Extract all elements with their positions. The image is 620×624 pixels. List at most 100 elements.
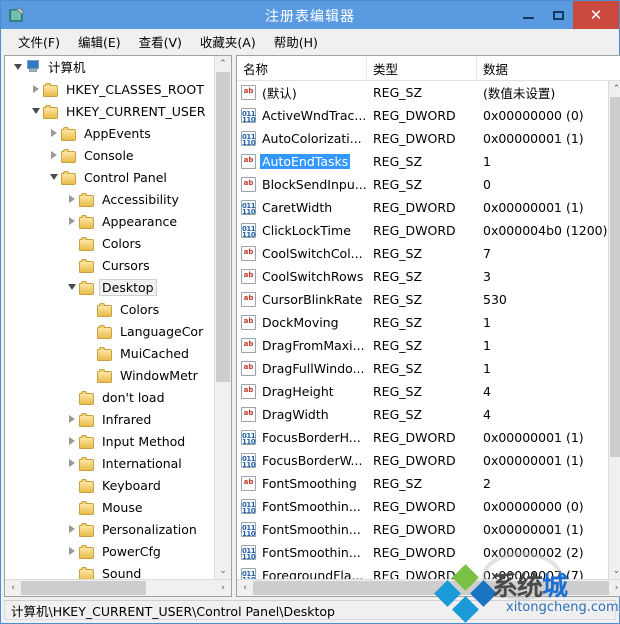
tree-node-keyboard[interactable]: Keyboard <box>5 474 214 496</box>
chevron-right-icon[interactable] <box>65 415 79 423</box>
chevron-right-icon[interactable] <box>65 459 79 467</box>
table-row[interactable]: 011 110 ClickLockTime REG_DWORD 0x000004b0 (… <box>237 219 608 242</box>
tree-scroll-area[interactable]: 计算机 HKEY_CLASSES_ROOT HKEY_CURRENT_USER App… <box>5 56 214 579</box>
list-horizontal-scrollbar[interactable]: ‹ › <box>237 579 620 596</box>
minimize-button[interactable] <box>513 1 543 29</box>
table-row[interactable]: ab CoolSwitchCol... REG_SZ 7 <box>237 242 608 265</box>
chevron-down-icon[interactable] <box>29 108 43 114</box>
tree-node-powercfg[interactable]: PowerCfg <box>5 540 214 562</box>
tree-node--[interactable]: 计算机 <box>5 56 214 78</box>
tree-scroll-up-button[interactable]: ⌃ <box>215 56 231 72</box>
table-row[interactable]: ab DragHeight REG_SZ 4 <box>237 380 608 403</box>
table-row[interactable]: 011110 ForegroundFla... REG_DWORD 0x0000000… <box>237 564 608 579</box>
menu-item-0[interactable]: 文件(F) <box>9 30 69 53</box>
tree-hscroll-left-button[interactable]: ‹ <box>5 580 21 596</box>
list-rows[interactable]: ab (默认) REG_SZ (数值未设置) 011 110 ActiveWndTrac..… <box>237 81 608 579</box>
table-row[interactable]: ab (默认) REG_SZ (数值未设置) <box>237 81 608 104</box>
tree-node-hkey-current-user[interactable]: HKEY_CURRENT_USER <box>5 100 214 122</box>
title-bar[interactable]: 注册表编辑器 ✕ <box>1 1 619 29</box>
table-row[interactable]: ab AutoEndTasks REG_SZ 1 <box>237 150 608 173</box>
table-row[interactable]: ab CoolSwitchRows REG_SZ 3 <box>237 265 608 288</box>
list-scroll-up-button[interactable]: ⌃ <box>608 81 620 97</box>
table-row[interactable]: 011 110 FocusBorderW... REG_DWORD 0x00000001… <box>237 449 608 472</box>
list-hscroll-track[interactable] <box>253 580 609 596</box>
chevron-down-icon[interactable] <box>47 174 61 180</box>
tree-node-hkey-classes-root[interactable]: HKEY_CLASSES_ROOT <box>5 78 214 100</box>
tree-node-muicached[interactable]: MuiCached <box>5 342 214 364</box>
chevron-down-icon[interactable] <box>11 64 25 70</box>
tree-hscroll-right-button[interactable]: › <box>215 580 231 596</box>
tree-node-label: MuiCached <box>120 345 189 361</box>
tree-node-don-t-load[interactable]: don't load <box>5 386 214 408</box>
menu-item-4[interactable]: 帮助(H) <box>265 30 327 53</box>
tree-node-cursors[interactable]: Cursors <box>5 254 214 276</box>
table-row[interactable]: ab DockMoving REG_SZ 1 <box>237 311 608 334</box>
list-vertical-scrollbar[interactable]: ⌃ ⌄ <box>607 81 620 579</box>
tree-node-input-method[interactable]: Input Method <box>5 430 214 452</box>
cell-value-name: 011 110 CaretWidth <box>237 200 367 215</box>
tree-node-colors[interactable]: Colors <box>5 298 214 320</box>
tree-node-infrared[interactable]: Infrared <box>5 408 214 430</box>
chevron-right-icon[interactable] <box>29 85 43 93</box>
tree-node-console[interactable]: Console <box>5 144 214 166</box>
column-header-data[interactable]: 数据 <box>477 56 620 80</box>
column-header-type[interactable]: 类型 <box>367 56 477 80</box>
column-header-name[interactable]: 名称 <box>237 56 367 80</box>
table-row[interactable]: ab DragFromMaxi... REG_SZ 1 <box>237 334 608 357</box>
table-row[interactable]: ab DragWidth REG_SZ 4 <box>237 403 608 426</box>
tree-node-appevents[interactable]: AppEvents <box>5 122 214 144</box>
menu-item-2[interactable]: 查看(V) <box>130 30 191 53</box>
chevron-right-icon[interactable] <box>65 217 79 225</box>
tree-scroll-track[interactable] <box>215 72 231 563</box>
tree-vertical-scrollbar[interactable]: ⌃ ⌄ <box>214 56 231 579</box>
chevron-down-icon[interactable] <box>65 284 79 290</box>
maximize-button[interactable] <box>543 1 573 29</box>
list-hscroll-left-button[interactable]: ‹ <box>237 580 253 596</box>
list-scroll-track[interactable] <box>608 97 620 563</box>
table-row[interactable]: 011 110 FontSmoothin... REG_DWORD 0x00000000… <box>237 495 608 518</box>
tree-node-international[interactable]: International <box>5 452 214 474</box>
close-button[interactable]: ✕ <box>573 1 619 29</box>
tree-node-appearance[interactable]: Appearance <box>5 210 214 232</box>
tree-hscroll-thumb[interactable] <box>21 581 146 595</box>
table-row[interactable]: 011 110 CaretWidth REG_DWORD 0x00000001 (1) <box>237 196 608 219</box>
table-row[interactable]: 011 110 AutoColorizati... REG_DWORD 0x000000… <box>237 127 608 150</box>
list-hscroll-right-button[interactable]: › <box>609 580 620 596</box>
menu-item-3[interactable]: 收藏夹(A) <box>191 30 265 53</box>
list-scroll-down-button[interactable]: ⌄ <box>608 563 620 579</box>
table-row[interactable]: 011 110 FontSmoothin... REG_DWORD 0x00000002… <box>237 541 608 564</box>
tree-node-colors[interactable]: Colors <box>5 232 214 254</box>
chevron-right-icon[interactable] <box>47 129 61 137</box>
chevron-right-icon[interactable] <box>65 547 79 555</box>
table-row[interactable]: 011 110 ActiveWndTrac... REG_DWORD 0x0000000… <box>237 104 608 127</box>
tree-node-sound[interactable]: Sound <box>5 562 214 579</box>
table-row[interactable]: 011 110 FontSmoothin... REG_DWORD 0x00000001… <box>237 518 608 541</box>
tree-node-windowmetr[interactable]: WindowMetr <box>5 364 214 386</box>
tree-scroll-down-button[interactable]: ⌄ <box>215 563 231 579</box>
tree-scroll-thumb[interactable] <box>216 72 230 382</box>
table-row[interactable]: ab FontSmoothing REG_SZ 2 <box>237 472 608 495</box>
tree-node-accessibility[interactable]: Accessibility <box>5 188 214 210</box>
chevron-right-icon[interactable] <box>65 437 79 445</box>
list-hscroll-thumb[interactable] <box>253 581 609 595</box>
chevron-right-icon[interactable] <box>65 195 79 203</box>
table-row[interactable]: ab BlockSendInpu... REG_SZ 0 <box>237 173 608 196</box>
tree-horizontal-scrollbar[interactable]: ‹ › <box>5 579 231 596</box>
list-scroll-thumb[interactable] <box>609 97 620 457</box>
tree-hscroll-track[interactable] <box>21 580 215 596</box>
table-row[interactable]: 011 110 FocusBorderH... REG_DWORD 0x00000001… <box>237 426 608 449</box>
chevron-right-icon[interactable] <box>47 151 61 159</box>
menu-item-1[interactable]: 编辑(E) <box>69 30 130 53</box>
tree-node-languagecor[interactable]: LanguageCor <box>5 320 214 342</box>
chevron-right-icon[interactable] <box>65 525 79 533</box>
tree-node-control-panel[interactable]: Control Panel <box>5 166 214 188</box>
tree-node-mouse[interactable]: Mouse <box>5 496 214 518</box>
tree-node-personalization[interactable]: Personalization <box>5 518 214 540</box>
table-row[interactable]: ab DragFullWindo... REG_SZ 1 <box>237 357 608 380</box>
tree-node-desktop[interactable]: Desktop <box>5 276 214 298</box>
dword-value-icon: 011110 <box>241 568 256 579</box>
table-row[interactable]: ab CursorBlinkRate REG_SZ 530 <box>237 288 608 311</box>
